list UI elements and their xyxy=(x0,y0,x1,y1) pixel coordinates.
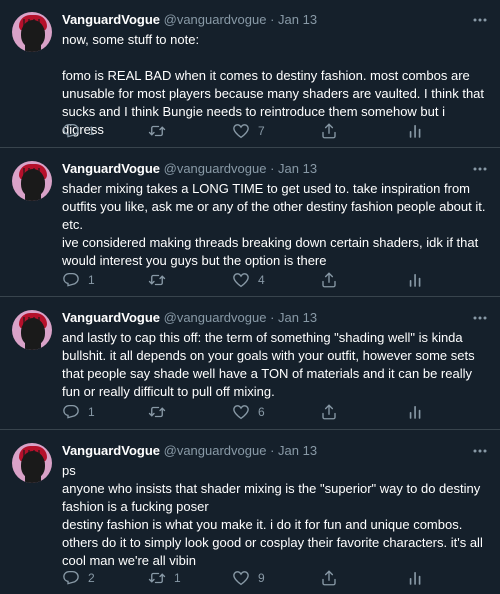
retweet-icon xyxy=(148,271,166,289)
tweet[interactable]: VanguardVogue @vanguardvogue · Jan 13 no… xyxy=(0,0,500,148)
tweet-actions: 1 6 xyxy=(62,402,422,422)
like-button[interactable]: 9 xyxy=(232,568,265,588)
analytics-button[interactable] xyxy=(406,121,424,141)
like-button[interactable]: 4 xyxy=(232,270,265,290)
tweet-thread: VanguardVogue @vanguardvogue · Jan 13 no… xyxy=(0,0,500,594)
reply-button[interactable]: 1 xyxy=(62,270,95,290)
like-count: 6 xyxy=(258,405,265,419)
reply-count: 2 xyxy=(88,571,95,585)
like-icon xyxy=(232,569,250,587)
like-count: 9 xyxy=(258,571,265,585)
share-icon xyxy=(320,271,338,289)
user-handle[interactable]: @vanguardvogue xyxy=(164,310,267,325)
analytics-icon xyxy=(406,569,424,587)
display-name[interactable]: VanguardVogue xyxy=(62,443,160,458)
tweet-date[interactable]: Jan 13 xyxy=(278,310,317,325)
reply-button[interactable]: 1 xyxy=(62,121,95,141)
user-handle[interactable]: @vanguardvogue xyxy=(164,443,267,458)
like-count: 4 xyxy=(258,273,265,287)
tweet-text: ps anyone who insists that shader mixing… xyxy=(62,463,483,568)
retweet-icon xyxy=(148,403,166,421)
retweet-icon xyxy=(148,122,166,140)
reply-icon xyxy=(62,569,80,587)
analytics-icon xyxy=(406,122,424,140)
tweet-actions: 1 7 xyxy=(62,121,422,141)
avatar[interactable] xyxy=(12,12,52,52)
tweet-header: VanguardVogue @vanguardvogue · Jan 13 xyxy=(62,441,488,461)
share-icon xyxy=(320,569,338,587)
tweet-header: VanguardVogue @vanguardvogue · Jan 13 xyxy=(62,308,488,328)
separator-dot: · xyxy=(270,12,275,27)
tweet-header: VanguardVogue @vanguardvogue · Jan 13 xyxy=(62,10,488,30)
tweet-date[interactable]: Jan 13 xyxy=(278,443,317,458)
retweet-button[interactable] xyxy=(148,121,174,141)
reply-button[interactable]: 1 xyxy=(62,402,95,422)
tweet-actions: 1 4 xyxy=(62,270,422,290)
display-name[interactable]: VanguardVogue xyxy=(62,161,160,176)
like-count: 7 xyxy=(258,124,265,138)
like-icon xyxy=(232,122,250,140)
user-handle[interactable]: @vanguardvogue xyxy=(164,12,267,27)
retweet-count: 1 xyxy=(174,571,181,585)
analytics-button[interactable] xyxy=(406,402,424,422)
tweet-header: VanguardVogue @vanguardvogue · Jan 13 xyxy=(62,159,488,179)
reply-count: 1 xyxy=(88,273,95,287)
share-icon xyxy=(320,403,338,421)
separator-dot: · xyxy=(270,310,275,325)
share-icon xyxy=(320,122,338,140)
user-handle[interactable]: @vanguardvogue xyxy=(164,161,267,176)
tweet-text: shader mixing takes a LONG TIME to get u… xyxy=(62,181,486,268)
retweet-button[interactable] xyxy=(148,270,174,290)
reply-button[interactable]: 2 xyxy=(62,568,95,588)
analytics-icon xyxy=(406,403,424,421)
display-name[interactable]: VanguardVogue xyxy=(62,12,160,27)
analytics-button[interactable] xyxy=(406,270,424,290)
share-button[interactable] xyxy=(320,568,338,588)
retweet-icon xyxy=(148,569,166,587)
reply-count: 1 xyxy=(88,405,95,419)
separator-dot: · xyxy=(270,161,275,176)
tweet[interactable]: VanguardVogue @vanguardvogue · Jan 13 ps… xyxy=(0,431,500,594)
reply-icon xyxy=(62,403,80,421)
retweet-button[interactable]: 1 xyxy=(148,568,181,588)
retweet-button[interactable] xyxy=(148,402,174,422)
more-icon[interactable] xyxy=(470,441,490,461)
reply-icon xyxy=(62,122,80,140)
analytics-button[interactable] xyxy=(406,568,424,588)
avatar[interactable] xyxy=(12,443,52,483)
tweet[interactable]: VanguardVogue @vanguardvogue · Jan 13 an… xyxy=(0,298,500,430)
like-button[interactable]: 6 xyxy=(232,402,265,422)
tweet[interactable]: VanguardVogue @vanguardvogue · Jan 13 sh… xyxy=(0,149,500,297)
like-icon xyxy=(232,403,250,421)
share-button[interactable] xyxy=(320,402,338,422)
analytics-icon xyxy=(406,271,424,289)
like-icon xyxy=(232,271,250,289)
like-button[interactable]: 7 xyxy=(232,121,265,141)
more-icon[interactable] xyxy=(470,159,490,179)
share-button[interactable] xyxy=(320,270,338,290)
tweet-actions: 2 1 9 xyxy=(62,568,422,588)
display-name[interactable]: VanguardVogue xyxy=(62,310,160,325)
share-button[interactable] xyxy=(320,121,338,141)
reply-icon xyxy=(62,271,80,289)
reply-count: 1 xyxy=(88,124,95,138)
tweet-text: and lastly to cap this off: the term of … xyxy=(62,330,479,399)
more-icon[interactable] xyxy=(470,10,490,30)
separator-dot: · xyxy=(270,443,275,458)
more-icon[interactable] xyxy=(470,308,490,328)
avatar[interactable] xyxy=(12,310,52,350)
tweet-date[interactable]: Jan 13 xyxy=(278,161,317,176)
avatar[interactable] xyxy=(12,161,52,201)
tweet-date[interactable]: Jan 13 xyxy=(278,12,317,27)
